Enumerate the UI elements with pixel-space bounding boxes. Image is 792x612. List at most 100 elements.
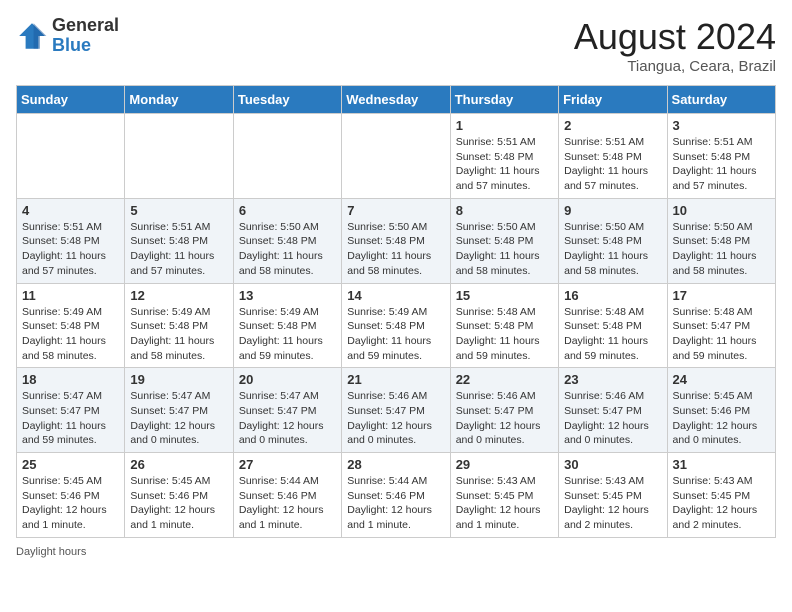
day-number: 1	[456, 118, 553, 133]
day-number: 28	[347, 457, 444, 472]
calendar-cell	[342, 114, 450, 199]
calendar-cell: 26Sunrise: 5:45 AM Sunset: 5:46 PM Dayli…	[125, 453, 233, 538]
day-info: Sunrise: 5:47 AM Sunset: 5:47 PM Dayligh…	[239, 389, 336, 448]
day-info: Sunrise: 5:50 AM Sunset: 5:48 PM Dayligh…	[239, 220, 336, 279]
day-number: 2	[564, 118, 661, 133]
title-block: August 2024 Tiangua, Ceara, Brazil	[574, 16, 776, 75]
day-number: 27	[239, 457, 336, 472]
calendar-cell: 10 Sunrise: 5:50 AM Sunset: 5:48 PM Dayli…	[667, 198, 775, 283]
logo-text-blue: Blue	[52, 36, 119, 56]
calendar-cell: 19Sunrise: 5:47 AM Sunset: 5:47 PM Dayli…	[125, 368, 233, 453]
calendar-day-header: Wednesday	[342, 86, 450, 114]
day-number: 14	[347, 288, 444, 303]
page-header: General Blue August 2024 Tiangua, Ceara,…	[16, 16, 776, 75]
day-number: 23	[564, 372, 661, 387]
calendar-cell: 29 Sunrise: 5:43 AM Sunset: 5:45 PM Dayli…	[450, 453, 558, 538]
calendar-cell: 17 Sunrise: 5:48 AM Sunset: 5:47 PM Dayli…	[667, 283, 775, 368]
day-info: Sunrise: 5:43 AM Sunset: 5:45 PM Dayligh…	[564, 474, 661, 533]
day-number: 21	[347, 372, 444, 387]
day-info: Sunrise: 5:43 AM Sunset: 5:45 PM Dayligh…	[673, 474, 770, 533]
footer: Daylight hours	[16, 546, 776, 558]
calendar-cell: 11 Sunrise: 5:49 AM Sunset: 5:48 PM Dayli…	[17, 283, 125, 368]
day-number: 29	[456, 457, 553, 472]
day-number: 24	[673, 372, 770, 387]
day-info: Sunrise: 5:51 AM Sunset: 5:48 PM Dayligh…	[130, 220, 227, 279]
calendar-cell: 9Sunrise: 5:50 AM Sunset: 5:48 PM Daylig…	[559, 198, 667, 283]
calendar-week-row: 4 Sunrise: 5:51 AM Sunset: 5:48 PM Daylig…	[17, 198, 776, 283]
day-info: Sunrise: 5:49 AM Sunset: 5:48 PM Dayligh…	[347, 305, 444, 364]
day-number: 7	[347, 203, 444, 218]
logo-icon	[16, 20, 48, 52]
calendar-cell: 2Sunrise: 5:51 AM Sunset: 5:48 PM Daylig…	[559, 114, 667, 199]
day-info: Sunrise: 5:51 AM Sunset: 5:48 PM Dayligh…	[22, 220, 119, 279]
calendar-day-header: Friday	[559, 86, 667, 114]
day-number: 8	[456, 203, 553, 218]
calendar-cell: 7 Sunrise: 5:50 AM Sunset: 5:48 PM Daylig…	[342, 198, 450, 283]
day-info: Sunrise: 5:45 AM Sunset: 5:46 PM Dayligh…	[673, 389, 770, 448]
day-number: 4	[22, 203, 119, 218]
day-number: 30	[564, 457, 661, 472]
calendar-cell: 28 Sunrise: 5:44 AM Sunset: 5:46 PM Dayli…	[342, 453, 450, 538]
calendar-cell: 13 Sunrise: 5:49 AM Sunset: 5:48 PM Dayli…	[233, 283, 341, 368]
day-info: Sunrise: 5:45 AM Sunset: 5:46 PM Dayligh…	[22, 474, 119, 533]
calendar-week-row: 18Sunrise: 5:47 AM Sunset: 5:47 PM Dayli…	[17, 368, 776, 453]
day-number: 3	[673, 118, 770, 133]
calendar-day-header: Tuesday	[233, 86, 341, 114]
location-subtitle: Tiangua, Ceara, Brazil	[574, 58, 776, 75]
calendar-week-row: 11 Sunrise: 5:49 AM Sunset: 5:48 PM Dayli…	[17, 283, 776, 368]
calendar-cell	[17, 114, 125, 199]
calendar-cell: 16 Sunrise: 5:48 AM Sunset: 5:48 PM Dayli…	[559, 283, 667, 368]
calendar-week-row: 1 Sunrise: 5:51 AM Sunset: 5:48 PM Daylig…	[17, 114, 776, 199]
calendar-cell: 20Sunrise: 5:47 AM Sunset: 5:47 PM Dayli…	[233, 368, 341, 453]
day-info: Sunrise: 5:51 AM Sunset: 5:48 PM Dayligh…	[456, 135, 553, 194]
calendar-cell: 22Sunrise: 5:46 AM Sunset: 5:47 PM Dayli…	[450, 368, 558, 453]
day-info: Sunrise: 5:44 AM Sunset: 5:46 PM Dayligh…	[239, 474, 336, 533]
day-info: Sunrise: 5:50 AM Sunset: 5:48 PM Dayligh…	[564, 220, 661, 279]
calendar-cell	[125, 114, 233, 199]
day-number: 16	[564, 288, 661, 303]
logo-text-general: General	[52, 16, 119, 36]
calendar-cell: 14 Sunrise: 5:49 AM Sunset: 5:48 PM Dayli…	[342, 283, 450, 368]
day-info: Sunrise: 5:46 AM Sunset: 5:47 PM Dayligh…	[564, 389, 661, 448]
day-number: 17	[673, 288, 770, 303]
day-info: Sunrise: 5:49 AM Sunset: 5:48 PM Dayligh…	[130, 305, 227, 364]
day-info: Sunrise: 5:47 AM Sunset: 5:47 PM Dayligh…	[130, 389, 227, 448]
calendar-cell: 1 Sunrise: 5:51 AM Sunset: 5:48 PM Daylig…	[450, 114, 558, 199]
day-number: 25	[22, 457, 119, 472]
day-info: Sunrise: 5:50 AM Sunset: 5:48 PM Dayligh…	[347, 220, 444, 279]
day-number: 13	[239, 288, 336, 303]
day-number: 11	[22, 288, 119, 303]
calendar-cell: 5 Sunrise: 5:51 AM Sunset: 5:48 PM Daylig…	[125, 198, 233, 283]
day-info: Sunrise: 5:48 AM Sunset: 5:47 PM Dayligh…	[673, 305, 770, 364]
day-number: 10	[673, 203, 770, 218]
calendar-table: SundayMondayTuesdayWednesdayThursdayFrid…	[16, 85, 776, 538]
day-info: Sunrise: 5:49 AM Sunset: 5:48 PM Dayligh…	[22, 305, 119, 364]
calendar-cell: 24 Sunrise: 5:45 AM Sunset: 5:46 PM Dayli…	[667, 368, 775, 453]
day-info: Sunrise: 5:50 AM Sunset: 5:48 PM Dayligh…	[456, 220, 553, 279]
calendar-cell: 25 Sunrise: 5:45 AM Sunset: 5:46 PM Dayli…	[17, 453, 125, 538]
day-number: 22	[456, 372, 553, 387]
day-info: Sunrise: 5:50 AM Sunset: 5:48 PM Dayligh…	[673, 220, 770, 279]
day-info: Sunrise: 5:48 AM Sunset: 5:48 PM Dayligh…	[564, 305, 661, 364]
day-info: Sunrise: 5:49 AM Sunset: 5:48 PM Dayligh…	[239, 305, 336, 364]
calendar-cell	[233, 114, 341, 199]
calendar-cell: 18Sunrise: 5:47 AM Sunset: 5:47 PM Dayli…	[17, 368, 125, 453]
calendar-cell: 12Sunrise: 5:49 AM Sunset: 5:48 PM Dayli…	[125, 283, 233, 368]
day-number: 5	[130, 203, 227, 218]
day-info: Sunrise: 5:44 AM Sunset: 5:46 PM Dayligh…	[347, 474, 444, 533]
month-year-title: August 2024	[574, 16, 776, 58]
calendar-day-header: Monday	[125, 86, 233, 114]
calendar-cell: 21Sunrise: 5:46 AM Sunset: 5:47 PM Dayli…	[342, 368, 450, 453]
calendar-header-row: SundayMondayTuesdayWednesdayThursdayFrid…	[17, 86, 776, 114]
calendar-cell: 27 Sunrise: 5:44 AM Sunset: 5:46 PM Dayli…	[233, 453, 341, 538]
calendar-cell: 3 Sunrise: 5:51 AM Sunset: 5:48 PM Daylig…	[667, 114, 775, 199]
calendar-cell: 30 Sunrise: 5:43 AM Sunset: 5:45 PM Dayli…	[559, 453, 667, 538]
calendar-cell: 4 Sunrise: 5:51 AM Sunset: 5:48 PM Daylig…	[17, 198, 125, 283]
day-number: 6	[239, 203, 336, 218]
day-info: Sunrise: 5:48 AM Sunset: 5:48 PM Dayligh…	[456, 305, 553, 364]
day-info: Sunrise: 5:43 AM Sunset: 5:45 PM Dayligh…	[456, 474, 553, 533]
daylight-label: Daylight hours	[16, 546, 86, 558]
day-info: Sunrise: 5:51 AM Sunset: 5:48 PM Dayligh…	[673, 135, 770, 194]
calendar-cell: 23 Sunrise: 5:46 AM Sunset: 5:47 PM Dayli…	[559, 368, 667, 453]
calendar-week-row: 25 Sunrise: 5:45 AM Sunset: 5:46 PM Dayli…	[17, 453, 776, 538]
